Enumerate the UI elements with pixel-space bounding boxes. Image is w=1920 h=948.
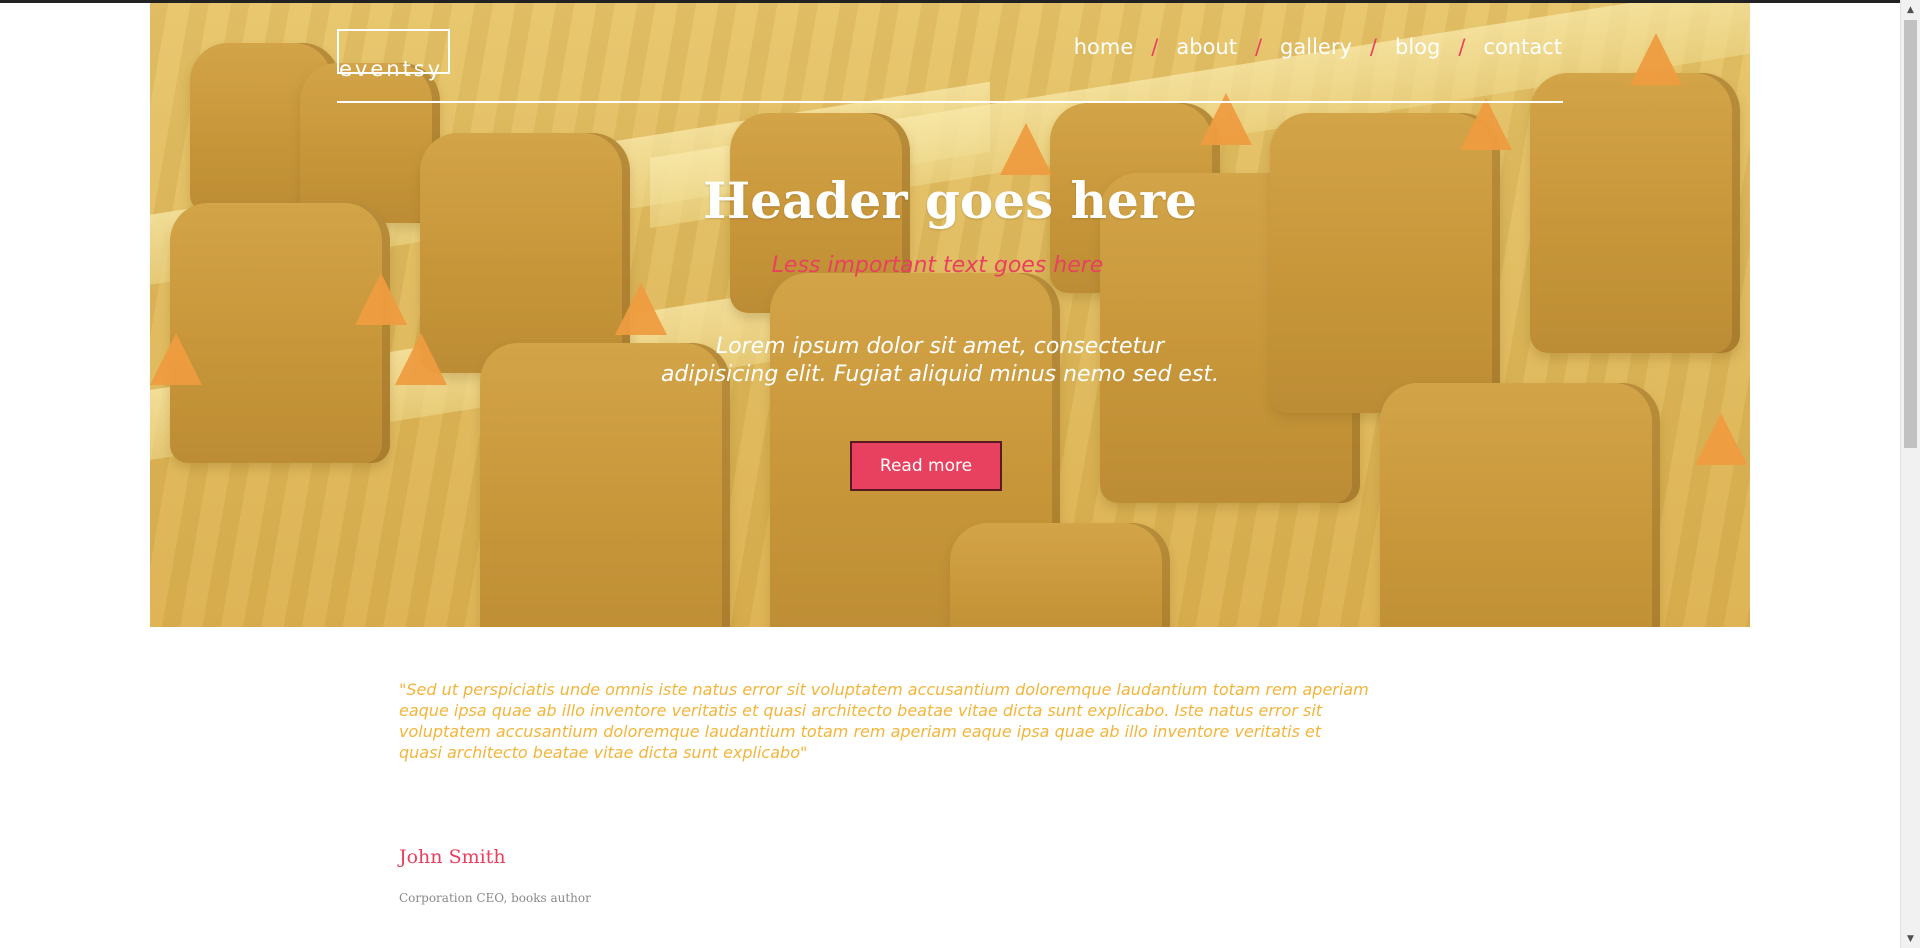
nav-link-about[interactable]: about [1176, 35, 1237, 59]
nav-divider [337, 101, 1563, 103]
logo[interactable]: eventsy [337, 29, 450, 81]
testimonial-author-role: Corporation CEO, books author [399, 891, 591, 905]
nav-link-gallery[interactable]: gallery [1280, 35, 1352, 59]
hero-section: eventsy home / about / gallery / blog / … [150, 3, 1750, 627]
nav-separator: / [1254, 35, 1263, 59]
nav-link-contact[interactable]: contact [1483, 35, 1562, 59]
hero-color-overlay [150, 3, 1750, 627]
hero-title: Header goes here [703, 171, 1197, 230]
hero-subtitle: Less important text goes here [771, 253, 1104, 278]
nav-separator: / [1369, 35, 1377, 59]
triangle-down-icon[interactable]: ▼ [1901, 930, 1920, 947]
nav-link-blog[interactable]: blog [1395, 35, 1440, 59]
logo-text: eventsy [339, 57, 444, 81]
nav-separator: / [1458, 35, 1466, 59]
hero-description: Lorem ipsum dolor sit amet, consectetur … [660, 334, 1220, 387]
read-more-button[interactable]: Read more [850, 441, 1002, 491]
nav-separator: / [1151, 35, 1159, 59]
vertical-scrollbar[interactable]: ▲ ▼ [1900, 0, 1920, 948]
nav-link-home[interactable]: home [1074, 35, 1134, 59]
scrollbar-thumb[interactable] [1904, 20, 1917, 448]
testimonial-quote: "Sed ut perspiciatis unde omnis iste nat… [399, 680, 1369, 762]
triangle-up-icon[interactable]: ▲ [1901, 1, 1920, 18]
testimonial-author: John Smith [399, 846, 506, 868]
main-nav: home / about / gallery / blog / contact [1074, 35, 1562, 59]
